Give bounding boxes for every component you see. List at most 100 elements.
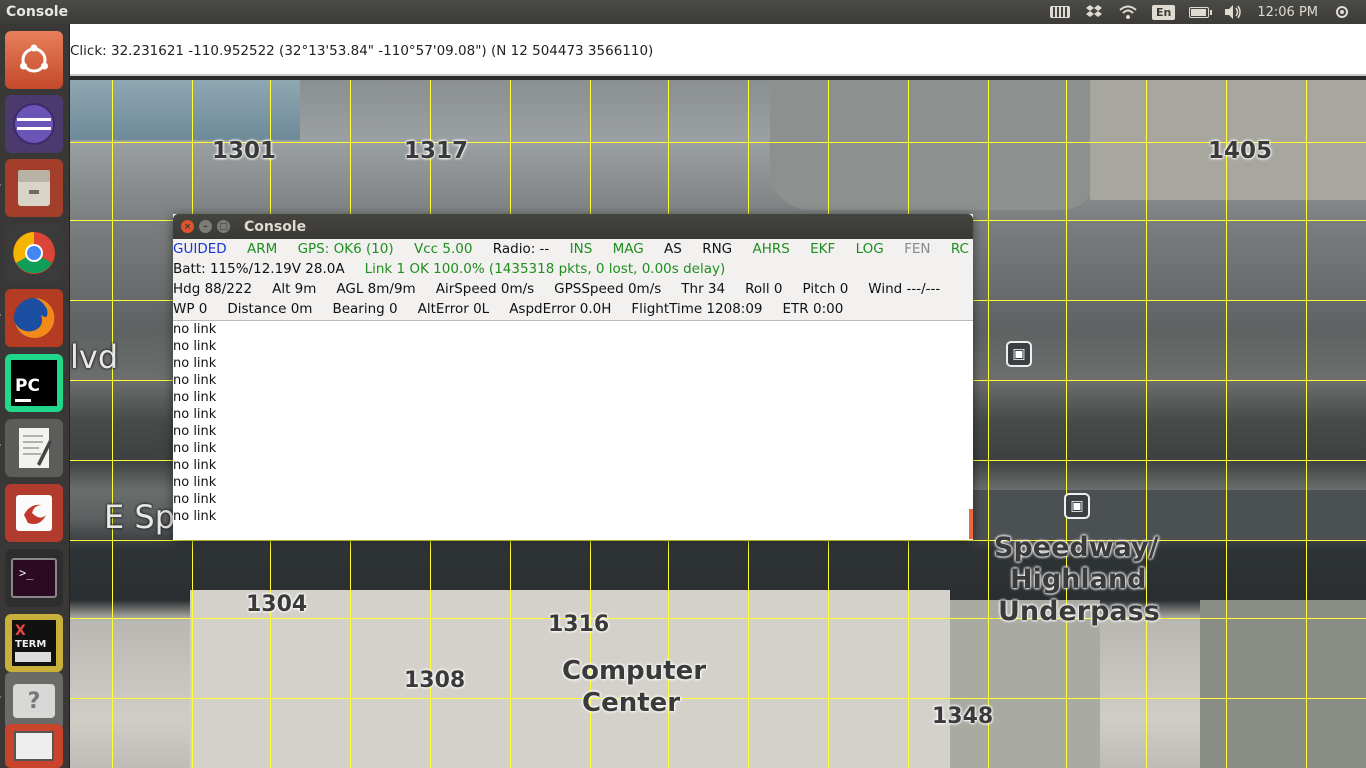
- vcc-status: Vcc 5.00: [414, 241, 473, 257]
- map-rooftop: [70, 80, 300, 140]
- keyboard-icon[interactable]: [1049, 4, 1070, 20]
- map-grid-line: [1066, 80, 1067, 768]
- minimize-icon[interactable]: –: [199, 220, 212, 233]
- running-indicator: [0, 441, 1, 449]
- map-grid-line: [70, 618, 1366, 619]
- gpsspeed-readout: GPSSpeed 0m/s: [554, 281, 662, 297]
- map-label-1304: 1304: [246, 592, 308, 617]
- bus-stop-icon[interactable]: ▣: [1006, 341, 1032, 367]
- map-label-1301: 1301: [212, 138, 277, 164]
- status-row-1: GUIDED ARM GPS: OK6 (10) Vcc 5.00 Radio:…: [173, 239, 973, 259]
- flighttime-readout: FlightTime 1208:09: [631, 301, 763, 317]
- as-status: AS: [664, 241, 682, 257]
- active-window-title: Console: [6, 4, 69, 20]
- top-panel: Console En 12:06 PM: [0, 0, 1366, 24]
- bearing-readout: Bearing 0: [332, 301, 398, 317]
- rc-status: RC: [950, 241, 969, 257]
- altitude-readout: Alt 9m: [272, 281, 317, 297]
- map-label-street-esp: E Sp: [104, 498, 176, 536]
- agl-readout: AGL 8m/9m: [336, 281, 416, 297]
- map-label-highland: Highland: [1010, 564, 1147, 595]
- map-grid-line: [1146, 80, 1147, 768]
- unknown-app-icon[interactable]: ?: [5, 672, 63, 730]
- map-label-street-lvd: lvd: [70, 338, 119, 376]
- log-status: LOG: [855, 241, 884, 257]
- console-log[interactable]: no link no link no link no link no link …: [173, 320, 973, 540]
- map-grid-line: [1306, 80, 1307, 768]
- map-label-1308: 1308: [404, 668, 466, 693]
- mode-status: GUIDED: [173, 241, 227, 257]
- map-rooftop: [770, 80, 1100, 210]
- throttle-readout: Thr 34: [681, 281, 726, 297]
- wind-readout: Wind ---/---: [868, 281, 941, 297]
- maximize-icon[interactable]: □: [217, 220, 230, 233]
- map-grid-line: [70, 698, 1366, 699]
- log-line: no link: [173, 509, 217, 524]
- map-building-roof: [1200, 600, 1366, 768]
- close-icon[interactable]: ×: [181, 220, 194, 233]
- arm-status: ARM: [246, 241, 278, 257]
- gps-status: GPS: OK6 (10): [297, 241, 394, 257]
- map-click-info-bar: Click: 32.231621 -110.952522 (32°13'53.8…: [70, 24, 1366, 76]
- running-indicator: [0, 311, 1, 319]
- log-line: no link: [173, 407, 217, 422]
- xterm-icon[interactable]: X TERM: [5, 614, 63, 672]
- language-indicator[interactable]: En: [1151, 4, 1176, 20]
- console-titlebar[interactable]: × – □ Console: [173, 214, 973, 239]
- fen-status: FEN: [904, 241, 931, 257]
- log-line: no link: [173, 441, 217, 456]
- log-line: no link: [173, 458, 217, 473]
- map-label-speedway: Speedway/: [994, 532, 1159, 563]
- wifi-icon[interactable]: [1118, 4, 1138, 20]
- power-gear-icon[interactable]: [1332, 4, 1352, 20]
- launcher: PC >_ X TERM ?: [0, 24, 70, 768]
- eclipse-icon[interactable]: [5, 95, 63, 153]
- map-label-1316: 1316: [548, 612, 610, 637]
- map-label-1348: 1348: [932, 704, 994, 729]
- document-viewer-icon[interactable]: [5, 484, 63, 542]
- clock[interactable]: 12:06 PM: [1257, 5, 1318, 20]
- battery-icon[interactable]: [1189, 4, 1213, 20]
- log-line: no link: [173, 424, 217, 439]
- dropbox-icon[interactable]: [1084, 4, 1104, 20]
- log-line: no link: [173, 492, 217, 507]
- terminal-icon[interactable]: >_: [5, 549, 63, 607]
- status-row-3: Hdg 88/222 Alt 9m AGL 8m/9m AirSpeed 0m/…: [173, 279, 973, 299]
- roll-readout: Roll 0: [745, 281, 783, 297]
- log-scrollbar[interactable]: [969, 509, 973, 539]
- log-line: no link: [173, 339, 217, 354]
- firefox-icon[interactable]: [5, 289, 63, 347]
- status-row-2: Batt: 115%/12.19V 28.0A Link 1 OK 100.0%…: [173, 259, 973, 279]
- distance-readout: Distance 0m: [227, 301, 313, 317]
- console-window: × – □ Console GUIDED ARM GPS: OK6 (10) V…: [173, 214, 973, 540]
- console-title: Console: [244, 218, 307, 235]
- link-status: Link 1 OK 100.0% (1435318 pkts, 0 lost, …: [364, 261, 726, 277]
- running-indicator: [0, 181, 1, 189]
- bus-stop-icon[interactable]: ▣: [1064, 493, 1090, 519]
- map-label-1317: 1317: [404, 138, 469, 164]
- mavproxy-map-icon[interactable]: [5, 724, 63, 768]
- etr-readout: ETR 0:00: [782, 301, 844, 317]
- log-line: no link: [173, 475, 217, 490]
- ubuntu-dash-icon[interactable]: [5, 31, 63, 89]
- mag-status: MAG: [612, 241, 644, 257]
- status-row-4: WP 0 Distance 0m Bearing 0 AltError 0L A…: [173, 299, 973, 319]
- radio-status: Radio: --: [492, 241, 550, 257]
- ins-status: INS: [569, 241, 593, 257]
- ahrs-status: AHRS: [752, 241, 790, 257]
- alterror-readout: AltError 0L: [417, 301, 490, 317]
- pycharm-icon[interactable]: PC: [5, 354, 63, 412]
- map-grid-line: [988, 80, 989, 768]
- rng-status: RNG: [702, 241, 733, 257]
- ekf-status: EKF: [810, 241, 836, 257]
- system-tray: En 12:06 PM: [1049, 4, 1352, 20]
- files-icon[interactable]: [5, 159, 63, 217]
- chrome-icon[interactable]: [5, 224, 63, 282]
- volume-icon[interactable]: [1223, 4, 1243, 20]
- log-line: no link: [173, 390, 217, 405]
- heading-readout: Hdg 88/222: [173, 281, 253, 297]
- log-line: no link: [173, 322, 217, 337]
- log-line: no link: [173, 373, 217, 388]
- pitch-readout: Pitch 0: [802, 281, 849, 297]
- text-editor-icon[interactable]: [5, 419, 63, 477]
